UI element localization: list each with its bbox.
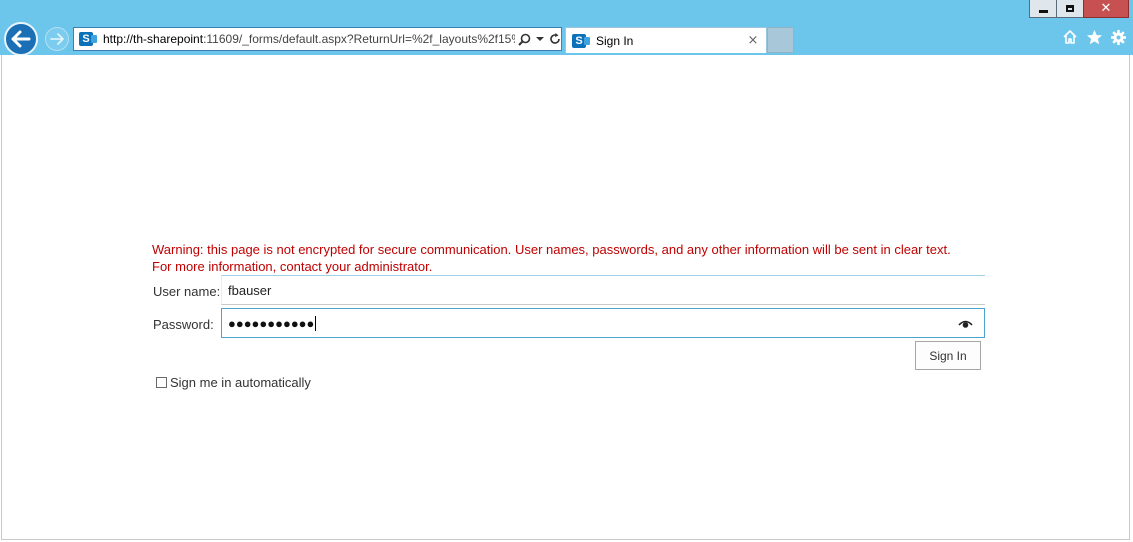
remember-me[interactable]: Sign me in automatically [156, 375, 311, 390]
password-masked-value: ●●●●●●●●●●● [228, 315, 315, 331]
gear-icon[interactable] [1109, 28, 1127, 46]
refresh-icon[interactable] [549, 33, 561, 45]
minimize-button[interactable] [1029, 0, 1057, 18]
tab-title: Sign In [596, 33, 634, 48]
username-field[interactable]: fbauser [221, 275, 985, 305]
address-bar[interactable]: S http://th-sharepoint:11609/_forms/defa… [73, 27, 562, 51]
tab-sign-in[interactable]: S Sign In × [565, 27, 767, 53]
username-value: fbauser [228, 282, 272, 298]
warning-line-2: For more information, contact your admin… [152, 259, 433, 274]
sign-in-button[interactable]: Sign In [915, 341, 981, 370]
password-label: Password: [153, 317, 214, 332]
warning-line-1: Warning: this page is not encrypted for … [152, 242, 951, 257]
address-tools [518, 33, 561, 46]
minimize-icon [1038, 10, 1048, 13]
new-tab-button[interactable] [767, 27, 794, 53]
username-label: User name: [153, 284, 221, 299]
tab-close-icon[interactable]: × [745, 33, 761, 48]
restore-button[interactable] [1056, 0, 1084, 18]
eye-icon[interactable] [957, 318, 973, 330]
home-icon[interactable] [1061, 28, 1079, 46]
sharepoint-tab-icon: S [572, 33, 590, 48]
restore-icon [1066, 5, 1074, 12]
remember-checkbox[interactable] [156, 377, 167, 388]
url-text[interactable]: http://th-sharepoint:11609/_forms/defaul… [103, 32, 515, 46]
close-icon: ✕ [1100, 1, 1112, 16]
search-icon[interactable] [518, 33, 531, 46]
star-icon[interactable] [1085, 28, 1103, 46]
forward-button[interactable] [45, 27, 69, 51]
dropdown-icon[interactable] [536, 36, 544, 42]
browser-toolbar [1061, 28, 1127, 46]
back-arrow-icon [11, 30, 31, 48]
url-path: :11609/_forms/default.aspx?ReturnUrl=%2f… [203, 32, 515, 46]
url-host: http://th-sharepoint [103, 32, 204, 46]
sharepoint-site-icon: S [79, 32, 97, 46]
password-field[interactable]: ●●●●●●●●●●● [221, 308, 985, 338]
remember-label: Sign me in automatically [170, 375, 311, 390]
text-caret [315, 315, 317, 331]
back-button[interactable] [4, 22, 38, 56]
browser-chrome: ✕ S http://th-sharepoint:11609/_forms/de… [0, 0, 1133, 56]
close-window-button[interactable]: ✕ [1083, 0, 1129, 18]
window-controls: ✕ [1029, 0, 1129, 18]
security-warning: Warning: this page is not encrypted for … [152, 241, 982, 275]
forward-arrow-icon [50, 33, 64, 45]
